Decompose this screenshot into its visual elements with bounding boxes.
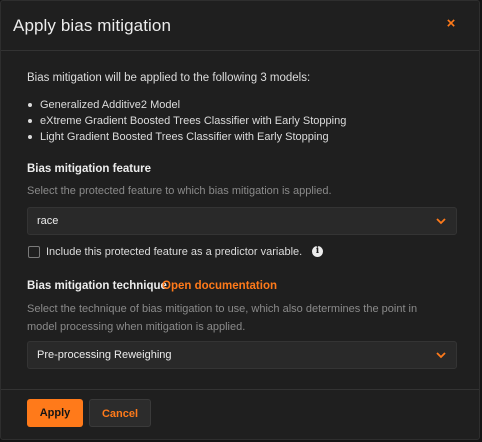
feature-label: Bias mitigation feature (27, 163, 151, 175)
apply-button[interactable]: Apply (27, 399, 83, 427)
bias-mitigation-dialog: Apply bias mitigation × Bias mitigation … (0, 0, 480, 440)
open-documentation-link[interactable]: Open documentation (162, 280, 277, 292)
cancel-button[interactable]: Cancel (89, 399, 151, 427)
model-name: eXtreme Gradient Boosted Trees Classifie… (40, 115, 347, 127)
technique-select[interactable]: Pre-processing Reweighing (27, 341, 457, 369)
dialog-header: Apply bias mitigation × (1, 1, 479, 51)
feature-select-value: race (37, 215, 59, 227)
chevron-down-icon (436, 352, 446, 359)
close-icon[interactable]: × (444, 14, 458, 34)
list-item: eXtreme Gradient Boosted Trees Classifie… (27, 113, 346, 129)
model-name: Generalized Additive2 Model (40, 99, 181, 111)
list-item: Generalized Additive2 Model (27, 97, 346, 113)
feature-select[interactable]: race (27, 207, 457, 235)
model-list: Generalized Additive2 Model eXtreme Grad… (27, 97, 346, 145)
intro-text: Bias mitigation will be applied to the f… (27, 72, 311, 84)
info-icon[interactable]: i (312, 246, 323, 257)
include-feature-checkbox[interactable] (28, 246, 40, 258)
technique-label: Bias mitigation technique (27, 280, 167, 292)
bullet-icon (28, 135, 32, 139)
technique-hint: Select the technique of bias mitigation … (27, 303, 418, 333)
bullet-icon (28, 119, 32, 123)
bullet-icon (28, 103, 32, 107)
feature-hint: Select the protected feature to which bi… (27, 185, 332, 197)
technique-select-value: Pre-processing Reweighing (37, 349, 172, 361)
dialog-title: Apply bias mitigation (13, 16, 172, 35)
list-item: Light Gradient Boosted Trees Classifier … (27, 129, 346, 145)
chevron-down-icon (436, 218, 446, 225)
model-name: Light Gradient Boosted Trees Classifier … (40, 131, 329, 143)
include-feature-label: Include this protected feature as a pred… (46, 246, 303, 258)
dialog-footer-divider (1, 389, 479, 390)
